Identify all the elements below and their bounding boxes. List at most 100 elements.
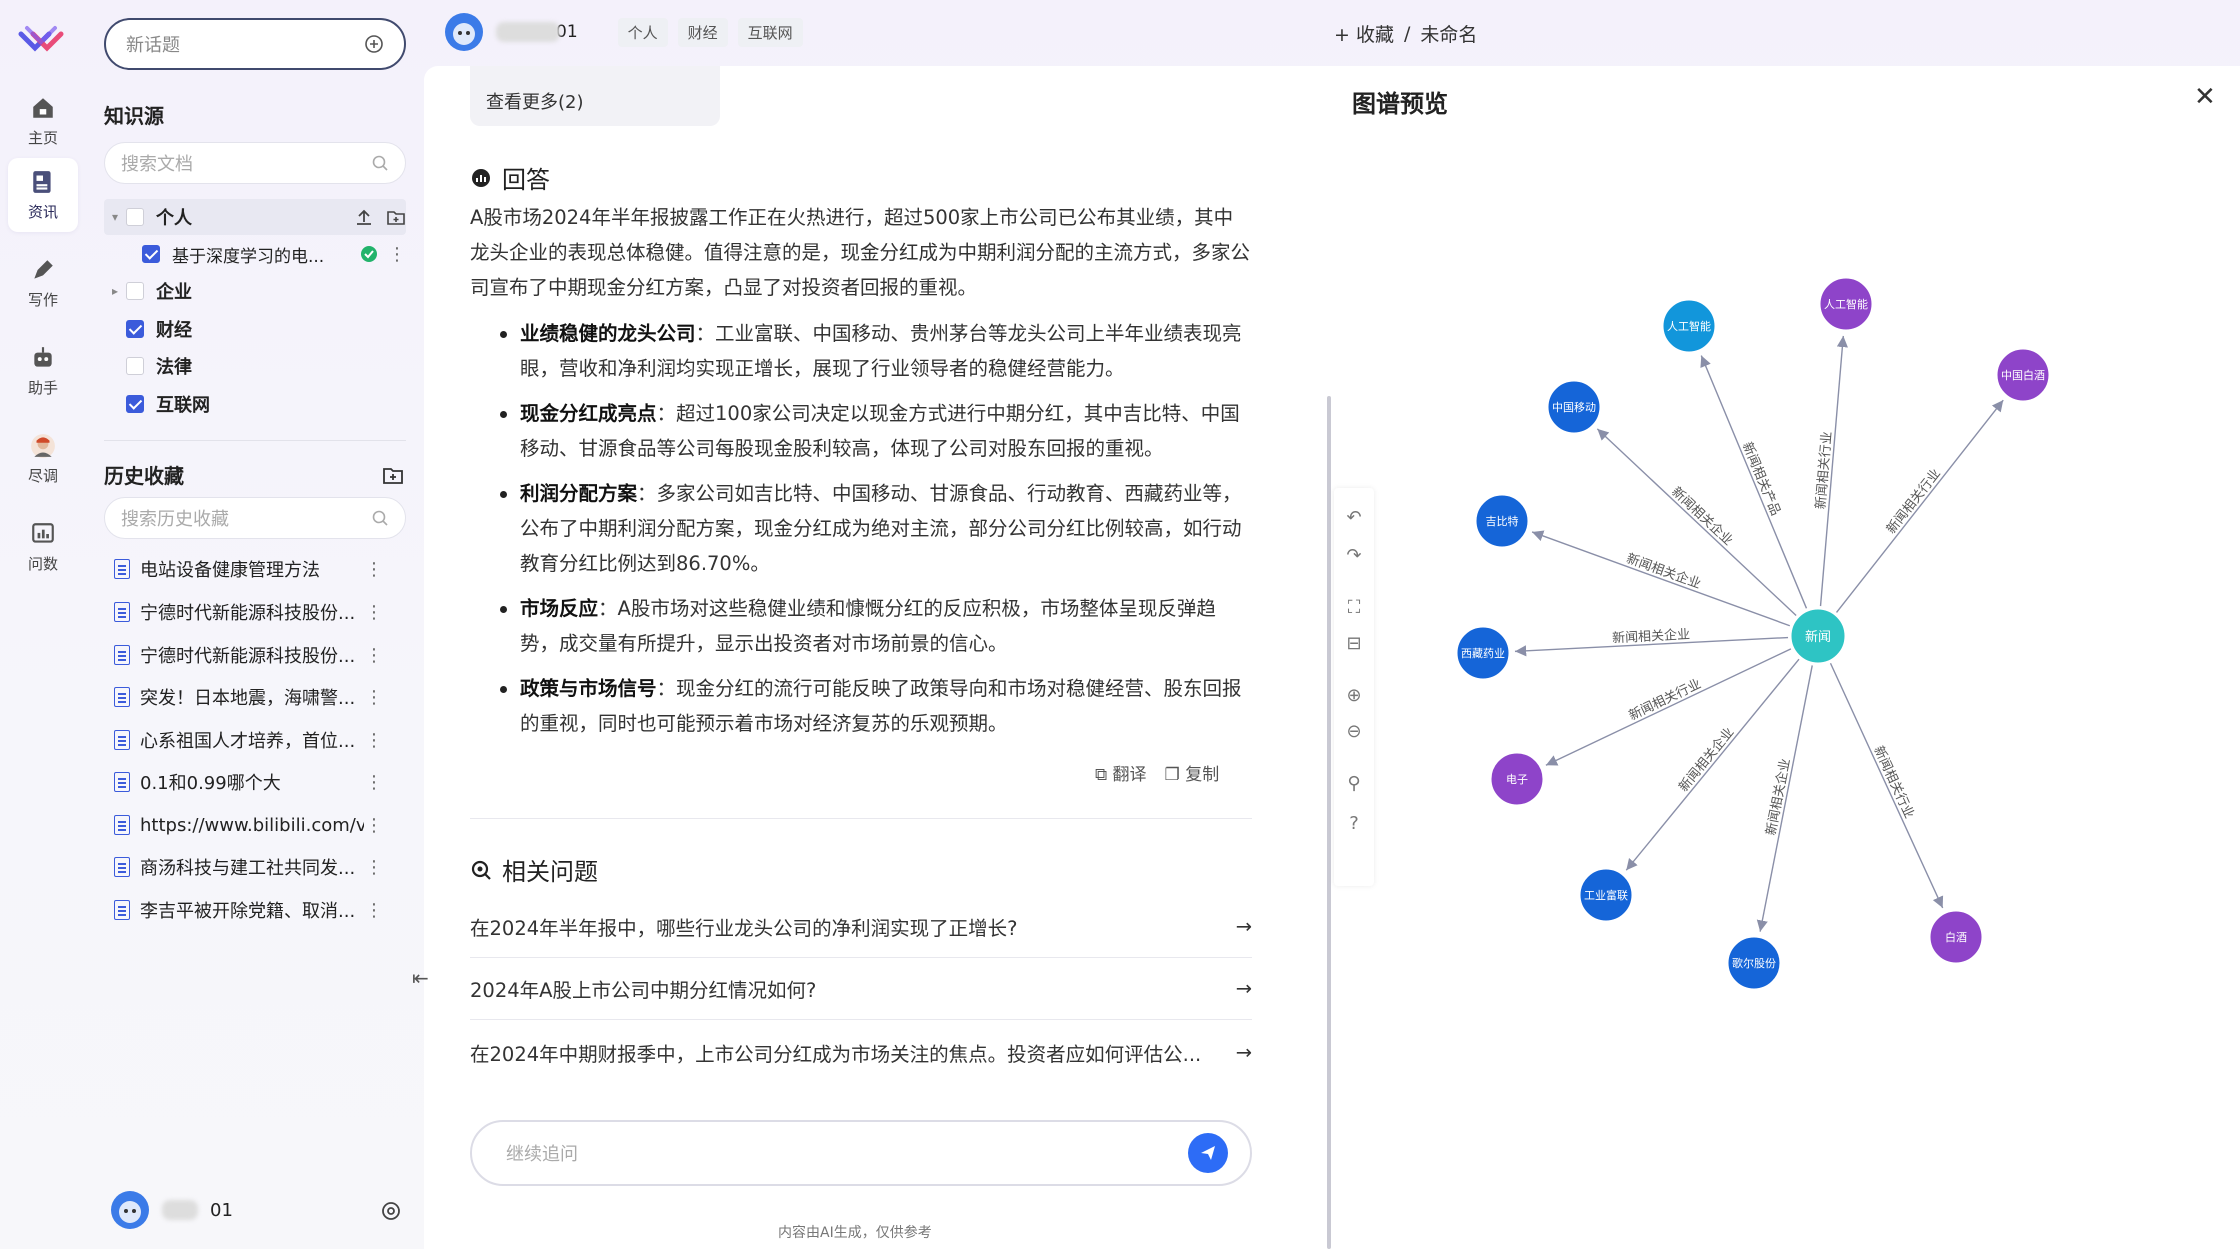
more-icon[interactable]: ⋮: [364, 645, 384, 666]
fit-view-icon[interactable]: ⛶: [1344, 598, 1364, 618]
tree-doc-item[interactable]: 基于深度学习的电... ⋮: [104, 236, 406, 272]
settings-icon[interactable]: [380, 1200, 402, 1222]
graph-node[interactable]: 中国移动: [1545, 378, 1603, 436]
user-profile[interactable]: 01: [110, 1190, 233, 1230]
see-more-button[interactable]: 查看更多(2): [470, 66, 720, 126]
follow-up-input[interactable]: 继续追问: [470, 1120, 1252, 1186]
more-icon[interactable]: ⋮: [388, 244, 406, 265]
history-item[interactable]: 商汤科技与建工社共同发... ⋮: [114, 846, 384, 888]
graph-node[interactable]: 电子: [1488, 750, 1546, 808]
tag-personal[interactable]: 个人: [617, 17, 668, 47]
graph-node[interactable]: 人工智能: [1817, 275, 1875, 333]
zoom-in-icon[interactable]: ⊕: [1344, 686, 1364, 706]
download-icon[interactable]: ⊟: [1344, 634, 1364, 654]
checkbox-enterprise[interactable]: [126, 282, 144, 300]
rail-home[interactable]: 主页: [8, 84, 78, 158]
copy-button[interactable]: ❐ 复制: [1165, 760, 1220, 785]
graph-node-label: 中国移动: [1552, 401, 1596, 414]
related-question-text: 在2024年半年报中，哪些行业龙头公司的净利润实现了正增长?: [470, 917, 1018, 940]
more-icon[interactable]: ⋮: [364, 730, 384, 751]
rail-news[interactable]: 资讯: [8, 158, 78, 232]
bullet-item: 现金分红成亮点：超过100家公司决定以现金方式进行中期分红，其中吉比特、中国移动…: [500, 396, 1252, 466]
graph-center-node[interactable]: 新闻: [1788, 606, 1848, 666]
graph-edge-label: 新闻相关产品: [1739, 440, 1784, 518]
tree-node-law[interactable]: 法律: [104, 348, 406, 384]
history-item[interactable]: 宁德时代新能源科技股份... ⋮: [114, 591, 384, 633]
graph-node[interactable]: 吉比特: [1473, 492, 1531, 550]
related-question[interactable]: 2024年A股上市公司中期分红情况如何? →: [470, 958, 1252, 1020]
knowledge-graph[interactable]: 新闻相关产品 新闻相关行业 新闻相关行业新闻相关企业新闻相关企业新闻相关企业新闻相关…: [1380, 130, 2240, 1230]
rail-assistant[interactable]: 助手: [8, 334, 78, 408]
checkbox-personal[interactable]: [126, 208, 144, 226]
caret-right-icon[interactable]: ▸: [104, 284, 126, 298]
graph-node[interactable]: 白酒: [1927, 908, 1985, 966]
new-topic-button[interactable]: 新话题: [104, 18, 406, 70]
collapse-sidebar-icon[interactable]: ⇤: [412, 966, 429, 990]
bullet-title: 利润分配方案: [520, 482, 638, 505]
rail-write[interactable]: 写作: [8, 246, 78, 320]
redo-icon[interactable]: ↷: [1344, 546, 1364, 566]
history-item[interactable]: https://www.bilibili.com/v... ⋮: [114, 804, 384, 846]
graph-node[interactable]: 人工智能: [1660, 297, 1718, 355]
scrollbar[interactable]: [1327, 396, 1331, 1249]
translate-button[interactable]: ⧉ 翻译: [1095, 760, 1147, 785]
history-item[interactable]: 李吉平被开除党籍、取消... ⋮: [114, 889, 384, 931]
history-item[interactable]: 0.1和0.99哪个大 ⋮: [114, 761, 384, 803]
more-icon[interactable]: ⋮: [364, 857, 384, 878]
checkbox-law[interactable]: [126, 357, 144, 375]
zoom-out-icon[interactable]: ⊖: [1344, 722, 1364, 742]
more-icon[interactable]: ⋮: [364, 815, 384, 836]
new-topic-label: 新话题: [126, 35, 180, 56]
upload-icon[interactable]: [354, 207, 374, 227]
history-item-title: 宁德时代新能源科技股份...: [140, 646, 356, 667]
graph-title: 图谱预览: [1352, 90, 1448, 118]
graph-node[interactable]: 西藏药业: [1454, 624, 1512, 682]
more-icon[interactable]: ⋮: [364, 900, 384, 921]
more-icon[interactable]: ⋮: [364, 559, 384, 580]
bullet-item: 业绩稳健的龙头公司：工业富联、中国移动、贵州茅台等龙头公司上半年业绩表现亮眼，营…: [500, 316, 1252, 386]
close-icon[interactable]: ✕: [2194, 82, 2216, 112]
document-icon: [114, 772, 130, 792]
help-icon[interactable]: ?: [1344, 814, 1364, 834]
search-docs-input[interactable]: 搜索文档: [104, 142, 406, 184]
history-item[interactable]: 电站设备健康管理方法 ⋮: [114, 548, 384, 590]
graph-node[interactable]: 中国白酒: [1994, 346, 2052, 404]
divider: [470, 818, 1252, 819]
rail-label: 尽调: [27, 466, 58, 485]
search-history-input[interactable]: 搜索历史收藏: [104, 497, 406, 539]
tree-node-internet[interactable]: 互联网: [104, 386, 406, 422]
tag-internet[interactable]: 互联网: [737, 17, 803, 47]
history-item[interactable]: 心系祖国人才培养，首位... ⋮: [114, 719, 384, 761]
add-favorite-icon[interactable]: [382, 464, 404, 486]
tag-finance[interactable]: 财经: [677, 17, 728, 47]
related-question[interactable]: 在2024年半年报中，哪些行业龙头公司的净利润实现了正增长? →: [470, 896, 1252, 958]
related-question[interactable]: 在2024年中期财报季中，上市公司分红成为市场关注的焦点。投资者应如何评估公..…: [470, 1021, 1252, 1083]
rail-due-diligence[interactable]: 尽调: [8, 422, 78, 496]
history-item[interactable]: 宁德时代新能源科技股份... ⋮: [114, 634, 384, 676]
graph-node[interactable]: 工业富联: [1577, 866, 1635, 924]
style-icon[interactable]: ⚲: [1344, 774, 1364, 794]
caret-down-icon[interactable]: ▾: [104, 210, 126, 224]
checkbox-doc[interactable]: [142, 245, 160, 263]
bullet-item: 利润分配方案：多家公司如吉比特、中国移动、甘源食品、行动教育、西藏药业等，公布了…: [500, 476, 1252, 581]
graph-edge-label: 新闻相关行业: [1626, 676, 1703, 724]
send-button[interactable]: [1188, 1133, 1228, 1173]
breadcrumb-name[interactable]: 未命名: [1420, 20, 1477, 47]
tree-node-personal[interactable]: ▾ 个人: [104, 199, 406, 235]
rail-data-query[interactable]: 问数: [8, 510, 78, 584]
username-blur: [162, 1200, 198, 1220]
more-icon[interactable]: ⋮: [364, 602, 384, 623]
tree-node-enterprise[interactable]: ▸ 企业: [104, 273, 406, 309]
more-icon[interactable]: ⋮: [364, 772, 384, 793]
checkbox-finance[interactable]: [126, 320, 144, 338]
more-icon[interactable]: ⋮: [364, 687, 384, 708]
chat-header: 01 个人 财经 互联网: [444, 12, 803, 52]
history-item[interactable]: 突发！日本地震，海啸警... ⋮: [114, 676, 384, 718]
tree-node-finance[interactable]: 财经: [104, 311, 406, 347]
undo-icon[interactable]: ↶: [1344, 508, 1364, 528]
add-folder-icon[interactable]: [386, 207, 406, 227]
add-favorite-link[interactable]: + 收藏: [1334, 20, 1394, 47]
bullet-title: 政策与市场信号: [520, 677, 657, 700]
checkbox-internet[interactable]: [126, 395, 144, 413]
graph-node[interactable]: 歌尔股份: [1725, 934, 1783, 992]
